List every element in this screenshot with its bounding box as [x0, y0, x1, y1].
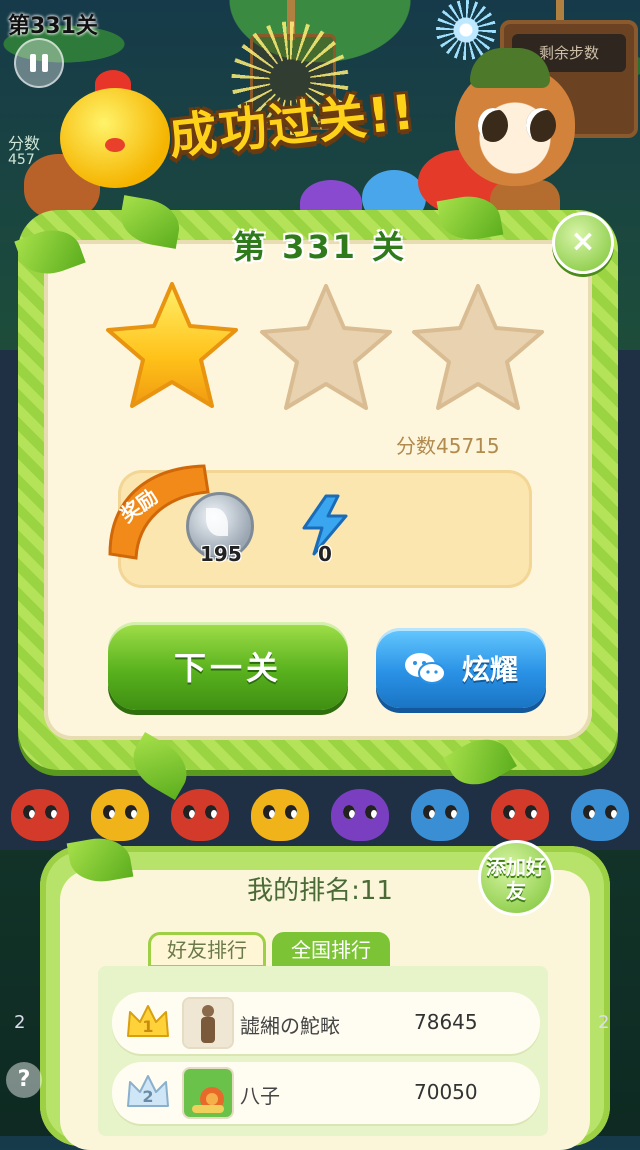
- ranking-row[interactable]: 2 八子 70050: [112, 1062, 540, 1124]
- ranking-name: 譃緗の鮀畩: [240, 1014, 340, 1038]
- svg-text:2: 2: [142, 1087, 153, 1106]
- bolt-reward-count: 0: [318, 542, 332, 566]
- raccoon-eye: [526, 108, 556, 142]
- avatar: [182, 1067, 234, 1119]
- blue-hippo-piece: [571, 789, 629, 841]
- tab-friends-ranking[interactable]: 好友排行: [148, 932, 266, 968]
- star-empty-icon: [260, 284, 392, 410]
- pause-button[interactable]: [14, 38, 64, 88]
- red-fox-piece: [11, 789, 69, 841]
- avatar: [182, 997, 234, 1049]
- help-button[interactable]: ?: [6, 1062, 42, 1098]
- next-level-button[interactable]: 下一关: [108, 622, 348, 710]
- gold-crown-icon: 1: [127, 1005, 169, 1037]
- hud-level-label: 第331关: [8, 14, 98, 39]
- ranking-score: 70050: [414, 1080, 478, 1104]
- blue-hippo-piece: [411, 789, 469, 841]
- raccoon-eye: [478, 108, 508, 142]
- chick-beak: [105, 138, 125, 152]
- silver-crown-icon: 2: [127, 1075, 169, 1107]
- share-label: 炫耀: [461, 653, 518, 686]
- purple-owl-piece: [331, 789, 389, 841]
- close-button[interactable]: ×: [552, 212, 614, 274]
- yellow-chick-piece: [91, 789, 149, 841]
- sign-rope: [556, 0, 564, 22]
- red-fox-piece: [491, 789, 549, 841]
- red-fox-piece: [171, 789, 229, 841]
- share-button[interactable]: 炫耀: [376, 628, 546, 708]
- yellow-chick-piece: [251, 789, 309, 841]
- board-edge-number: 2: [598, 1012, 610, 1033]
- star-empty-icon: [412, 284, 544, 410]
- svg-text:1: 1: [142, 1017, 153, 1036]
- snail-avatar-icon: [184, 1069, 232, 1117]
- dialog-level-title: 第 331 关: [232, 228, 408, 266]
- add-friend-button[interactable]: 添加好友: [478, 840, 554, 916]
- hud-score-label: 分数: [8, 134, 41, 153]
- wechat-icon: [404, 653, 446, 684]
- coin-reward-count: 195: [200, 542, 242, 566]
- board-edge-number: 2: [14, 1012, 26, 1033]
- person-avatar-icon: [184, 999, 232, 1047]
- next-level-label: 下一关: [173, 649, 282, 687]
- ranking-score: 78645: [414, 1010, 478, 1034]
- ranking-row[interactable]: 1 譃緗の鮀畩 78645: [112, 992, 540, 1054]
- star-filled-icon: [106, 282, 238, 408]
- pause-icon: [30, 54, 36, 72]
- ranking-name: 八子: [240, 1084, 280, 1108]
- tab-national-ranking[interactable]: 全国排行: [272, 932, 390, 968]
- final-score: 分数45715: [396, 434, 500, 458]
